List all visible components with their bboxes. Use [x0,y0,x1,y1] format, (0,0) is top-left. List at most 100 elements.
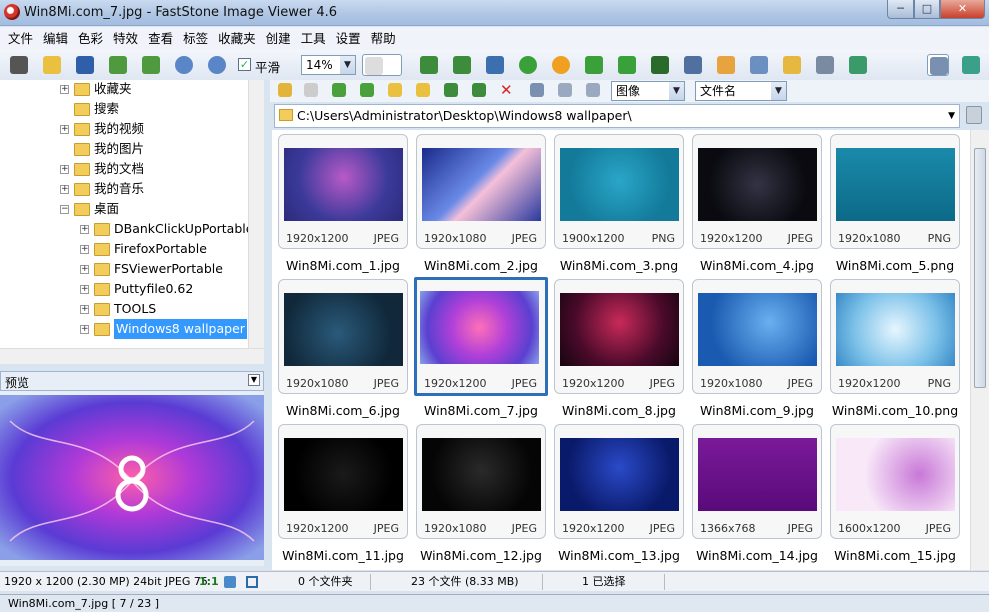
thumbnail-filename[interactable]: Win8Mi.com_3.png [550,258,688,273]
maximize-button[interactable]: □ [914,0,940,19]
tree-item[interactable]: + 我的音乐 [0,179,248,199]
path-input[interactable]: C:\Users\Administrator\Desktop\Windows8 … [274,104,960,128]
expander-icon[interactable]: + [80,325,89,334]
tree-item[interactable]: +我的图片 [0,139,248,159]
menu-edit[interactable]: 编辑 [38,27,73,50]
thumbnail-filename[interactable]: Win8Mi.com_12.jpg [412,548,550,563]
menu-color[interactable]: 色彩 [73,27,108,50]
expander-icon[interactable]: + [60,125,69,134]
thumbnail-card[interactable]: 1920x1080 PNG [830,134,960,249]
tree-item[interactable]: + Windows8 wallpaper [0,319,248,339]
back-icon[interactable] [276,81,294,99]
crop-icon[interactable] [451,54,473,76]
actual-size-button[interactable]: 1:1 [199,572,219,592]
print-icon[interactable] [814,54,836,76]
thumbnail-card[interactable]: 1920x1200 JPEG [554,424,684,539]
draw-icon[interactable] [748,54,770,76]
delete-icon[interactable]: ✕ [500,81,513,99]
thumbnail-filename[interactable]: Win8Mi.com_4.jpg [688,258,826,273]
thumbnail-filename[interactable]: Win8Mi.com_10.png [826,403,964,418]
move-icon[interactable] [470,81,488,99]
filter-select[interactable]: 图像 ▼ [611,81,685,101]
thumbnail-filename[interactable]: Win8Mi.com_2.jpg [412,258,550,273]
thumbnail-card[interactable]: 1920x1080 JPEG [278,279,408,394]
expander-icon[interactable]: + [60,85,69,94]
thumbnail-filename[interactable]: Win8Mi.com_15.jpg [826,548,964,563]
list-view-icon[interactable] [556,81,574,99]
zoom-select[interactable]: 14% ▼ [301,55,356,75]
tree-item[interactable]: + FirefoxPortable [0,239,248,259]
save-icon[interactable] [74,54,96,76]
fit-icon[interactable] [224,576,236,588]
menu-view[interactable]: 查看 [143,27,178,50]
expander-icon[interactable]: − [60,205,69,214]
tree-item[interactable]: +搜索 [0,99,248,119]
zoom-in-icon[interactable] [173,54,195,76]
trash-icon[interactable] [966,106,982,124]
thumbnail-card[interactable]: 1920x1200 JPEG [414,277,548,396]
expander-icon[interactable]: + [80,265,89,274]
menu-tags[interactable]: 标签 [178,27,213,50]
menu-settings[interactable]: 设置 [331,27,366,50]
scroll-thumb[interactable] [974,148,986,388]
hand-tool-icon[interactable] [362,54,402,76]
tree-horizontal-scrollbar[interactable] [0,348,264,364]
thumbnail-card[interactable]: 1920x1080 JPEG [416,424,546,539]
expander-icon[interactable]: + [60,185,69,194]
chevron-down-icon[interactable]: ▼ [948,105,955,127]
thumbnail-filename[interactable]: Win8Mi.com_1.jpg [274,258,412,273]
thumbnail-filename[interactable]: Win8Mi.com_9.jpg [688,403,826,418]
favorite-folder-icon[interactable] [386,81,404,99]
layout-icon[interactable] [927,54,949,76]
details-view-icon[interactable] [584,81,602,99]
rotate-right-icon[interactable] [616,54,638,76]
tree-vertical-scrollbar[interactable] [248,80,264,348]
fullscreen-icon[interactable] [960,54,982,76]
sun-icon[interactable] [550,54,572,76]
tree-item[interactable]: + Puttyfile0.62 [0,279,248,299]
zoom-out-icon[interactable] [206,54,228,76]
minimize-button[interactable]: ─ [887,0,914,19]
prev-icon[interactable] [107,54,129,76]
expander-icon[interactable]: + [80,245,89,254]
menu-help[interactable]: 帮助 [366,27,401,50]
fullscreen-icon[interactable] [246,576,258,588]
grid-vertical-scrollbar[interactable] [970,130,989,570]
thumbnail-filename[interactable]: Win8Mi.com_5.png [826,258,964,273]
menu-favorites[interactable]: 收藏夹 [213,27,261,50]
tree-item[interactable]: + 我的文档 [0,159,248,179]
thumbnail-filename[interactable]: Win8Mi.com_7.jpg [412,403,550,418]
tree-item[interactable]: − 桌面 [0,199,248,219]
thumbnail-card[interactable]: 1920x1200 JPEG [278,134,408,249]
thumbnail-card[interactable]: 1920x1200 JPEG [692,134,822,249]
rename-icon[interactable] [484,54,506,76]
thumbnail-filename[interactable]: Win8Mi.com_11.jpg [274,548,412,563]
menu-tools[interactable]: 工具 [296,27,331,50]
thumbnail-card[interactable]: 1920x1200 JPEG [554,279,684,394]
expander-icon[interactable]: + [80,305,89,314]
thumbnail-view-icon[interactable] [528,81,546,99]
user-icon[interactable] [517,54,539,76]
tree-item[interactable]: + TOOLS [0,299,248,319]
expander-icon[interactable]: + [80,225,89,234]
thumbnail-filename[interactable]: Win8Mi.com_8.jpg [550,403,688,418]
sort-select[interactable]: 文件名 ▼ [695,81,787,101]
compare-icon[interactable] [649,54,671,76]
rotate-left-icon[interactable] [583,54,605,76]
settings-icon[interactable] [847,54,869,76]
menu-file[interactable]: 文件 [3,27,38,50]
thumbnail-filename[interactable]: Win8Mi.com_14.jpg [688,548,826,563]
camera-icon[interactable] [8,54,30,76]
collapse-icon[interactable]: ▼ [248,374,260,386]
copy-icon[interactable] [442,81,460,99]
tree-item[interactable]: + 我的视频 [0,119,248,139]
tree-item[interactable]: + 收藏夹 [0,80,248,99]
expander-icon[interactable]: + [60,165,69,174]
thumbnail-card[interactable]: 1920x1080 JPEG [416,134,546,249]
copy-to-icon[interactable] [418,54,440,76]
menu-create[interactable]: 创建 [261,27,296,50]
thumbnail-card[interactable]: 1600x1200 JPEG [830,424,960,539]
smooth-checkbox[interactable]: ✓ [238,58,251,71]
thumbnail-card[interactable]: 1900x1200 PNG [554,134,684,249]
open-folder-icon[interactable] [41,54,63,76]
